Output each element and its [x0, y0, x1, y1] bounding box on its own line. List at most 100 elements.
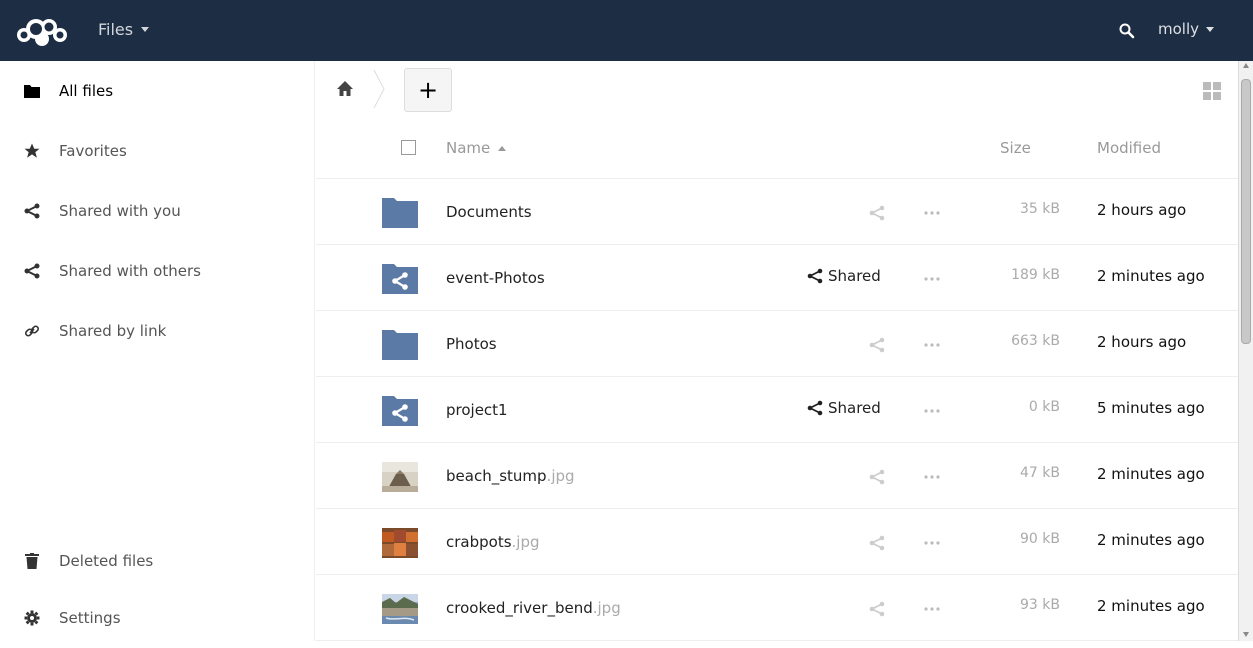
table-row[interactable]: crabpots.jpg 90 kB 2 minutes ago: [316, 509, 1238, 575]
share-icon[interactable]: [869, 337, 885, 353]
file-name: project1: [446, 401, 508, 419]
column-modified[interactable]: Modified: [1097, 139, 1161, 157]
shared-label: Shared: [828, 267, 881, 285]
more-actions-icon[interactable]: [922, 205, 942, 221]
sidebar-item-shared-with-others[interactable]: Shared with others: [0, 241, 315, 301]
chevron-down-icon: [1206, 26, 1215, 32]
link-icon: [22, 321, 42, 341]
image-thumbnail: [382, 528, 418, 558]
image-thumbnail: [382, 462, 418, 492]
app-menu-toggle[interactable]: Files: [98, 20, 150, 39]
folder-icon: [382, 330, 418, 360]
file-basename: project1: [446, 401, 508, 419]
scrollbar[interactable]: [1238, 61, 1253, 641]
scroll-up-arrow[interactable]: [1243, 63, 1249, 68]
sidebar-item-favorites[interactable]: Favorites: [0, 121, 315, 181]
file-name: beach_stump.jpg: [446, 467, 575, 485]
file-modified: 5 minutes ago: [1097, 399, 1205, 417]
file-size: 90 kB: [1020, 531, 1060, 547]
file-name: Documents: [446, 203, 532, 221]
file-name: crabpots.jpg: [446, 533, 540, 551]
table-row[interactable]: project1 Shared 0 kB 5 minutes ago: [316, 377, 1238, 443]
share-icon: [807, 400, 823, 416]
trash-icon: [22, 551, 42, 571]
file-extension: .jpg: [511, 533, 540, 551]
table-row[interactable]: event-Photos Shared 189 kB 2 minutes ago: [316, 245, 1238, 311]
sidebar-item-label: Shared by link: [59, 322, 167, 340]
sidebar-item-label: Shared with others: [59, 262, 201, 280]
user-menu[interactable]: molly: [1158, 20, 1215, 38]
sidebar: All files Favorites Shared with you Shar…: [0, 61, 315, 641]
sidebar-item-shared-with-you[interactable]: Shared with you: [0, 181, 315, 241]
file-size: 35 kB: [1020, 201, 1060, 217]
more-actions-icon[interactable]: [922, 535, 942, 551]
folder-icon: [22, 81, 42, 101]
app-name: Files: [98, 20, 134, 39]
shared-folder-icon: [382, 264, 418, 294]
shared-status[interactable]: Shared: [807, 399, 881, 417]
share-icon: [807, 268, 823, 284]
sidebar-item-deleted-files[interactable]: Deleted files: [0, 531, 315, 591]
new-file-button[interactable]: +: [404, 68, 452, 112]
more-actions-icon[interactable]: [922, 337, 942, 353]
gear-icon: [22, 608, 42, 628]
home-icon[interactable]: [336, 80, 354, 98]
scroll-down-arrow[interactable]: [1243, 632, 1249, 637]
file-basename: event-Photos: [446, 269, 545, 287]
shared-label: Shared: [828, 399, 881, 417]
search-icon[interactable]: [1118, 22, 1136, 40]
sidebar-item-all-files[interactable]: All files: [0, 61, 315, 121]
column-size[interactable]: Size: [1000, 139, 1031, 157]
shared-folder-icon: [382, 396, 418, 426]
grid-view-icon[interactable]: [1203, 82, 1221, 100]
more-actions-icon[interactable]: [922, 271, 942, 287]
image-thumbnail: [382, 594, 418, 624]
share-icon[interactable]: [869, 469, 885, 485]
column-name-label: Name: [446, 139, 491, 157]
table-row[interactable]: crooked_river_bend.jpg 93 kB 2 minutes a…: [316, 575, 1238, 641]
file-size: 0 kB: [1028, 399, 1060, 415]
file-name: crooked_river_bend.jpg: [446, 599, 621, 617]
file-basename: Photos: [446, 335, 497, 353]
table-row[interactable]: Photos 663 kB 2 hours ago: [316, 311, 1238, 377]
file-list-area: + Name Size Modified Documents 35 kB 2 h…: [316, 61, 1238, 641]
sidebar-item-label: Settings: [59, 609, 121, 627]
user-name: molly: [1158, 20, 1200, 38]
more-actions-icon[interactable]: [922, 601, 942, 617]
share-icon: [22, 201, 42, 221]
file-basename: Documents: [446, 203, 532, 221]
sidebar-item-settings[interactable]: Settings: [0, 588, 315, 648]
file-extension: .jpg: [546, 467, 575, 485]
sidebar-item-label: All files: [59, 82, 114, 100]
plus-icon: +: [417, 76, 439, 104]
more-actions-icon[interactable]: [922, 403, 942, 419]
share-icon[interactable]: [869, 535, 885, 551]
sidebar-item-label: Deleted files: [59, 552, 154, 570]
owncloud-logo[interactable]: [16, 13, 72, 47]
file-modified: 2 minutes ago: [1097, 531, 1205, 549]
column-name[interactable]: Name: [446, 139, 507, 157]
share-icon[interactable]: [869, 601, 885, 617]
file-basename: crabpots: [446, 533, 512, 551]
share-icon[interactable]: [869, 205, 885, 221]
scrollbar-thumb[interactable]: [1241, 79, 1251, 344]
chevron-down-icon: [141, 27, 150, 32]
more-actions-icon[interactable]: [922, 469, 942, 485]
file-basename: crooked_river_bend: [446, 599, 593, 617]
file-basename: beach_stump: [446, 467, 547, 485]
file-extension: .jpg: [592, 599, 621, 617]
file-size: 663 kB: [1011, 333, 1060, 349]
file-modified: 2 minutes ago: [1097, 465, 1205, 483]
file-table-header: Name Size Modified: [316, 131, 1238, 179]
file-name: Photos: [446, 335, 497, 353]
file-modified: 2 minutes ago: [1097, 597, 1205, 615]
table-row[interactable]: beach_stump.jpg 47 kB 2 minutes ago: [316, 443, 1238, 509]
breadcrumb-separator: [373, 69, 385, 109]
shared-status[interactable]: Shared: [807, 267, 881, 285]
select-all-checkbox[interactable]: [401, 140, 416, 155]
app-header: Files molly: [0, 0, 1253, 61]
table-row[interactable]: Documents 35 kB 2 hours ago: [316, 179, 1238, 245]
sidebar-item-shared-by-link[interactable]: Shared by link: [0, 301, 315, 361]
sort-ascending-icon: [498, 146, 507, 151]
file-size: 189 kB: [1011, 267, 1060, 283]
